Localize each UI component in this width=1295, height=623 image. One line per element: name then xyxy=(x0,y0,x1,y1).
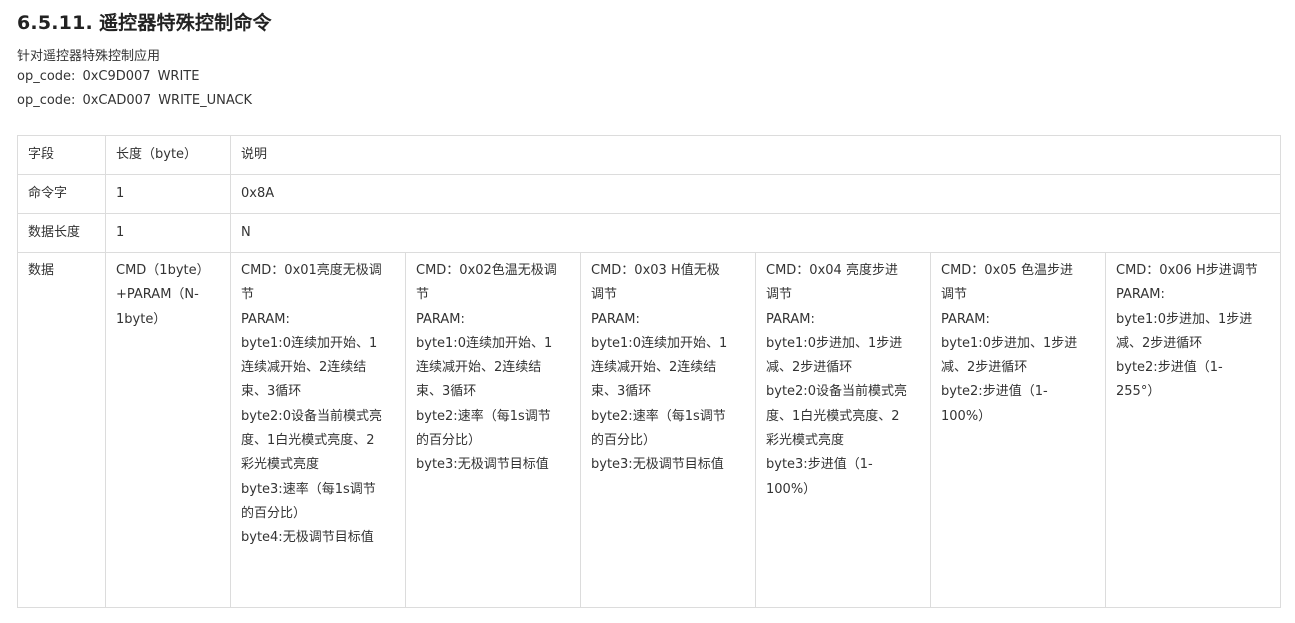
cell-line: byte4:无极调节目标值 xyxy=(241,530,374,546)
cell-line: 的百分比） xyxy=(591,433,657,449)
cell-line: +PARAM（N- xyxy=(116,287,199,303)
opcode-label: op_code: xyxy=(17,69,76,84)
cell-line: CMD：0x03 H值无极 xyxy=(591,263,720,278)
cell-line: 的百分比） xyxy=(416,433,482,449)
section-title: 遥控器特殊控制命令 xyxy=(98,12,272,34)
cell-line: PARAM: xyxy=(1116,287,1165,303)
table-row: 命令字 1 0x8A xyxy=(17,174,1282,214)
cell-line: 减、2步进循环 xyxy=(1116,335,1203,351)
cmd-cell-0x01: CMD：0x01亮度无极调节 PARAM: byte1:0连续加开始、1 连续减开始、… xyxy=(230,252,406,608)
cell-line: CMD（1byte） xyxy=(116,263,210,278)
cell-line: PARAM: xyxy=(241,311,290,327)
cmd-cell-0x06: CMD：0x06 H步进调节 PARAM: byte1:0步进加、1步进 减、2步进循… xyxy=(1104,252,1282,608)
cell-line: 度、1白光模式亮度、2 xyxy=(766,408,900,424)
cell-line: 连续减开始、2连续结 xyxy=(416,360,542,376)
cell-line: byte1:0连续加开始、1 xyxy=(416,335,553,351)
cell-field: 数据 xyxy=(17,252,106,608)
cell-field: 命令字 xyxy=(17,174,106,214)
cell-line: 连续减开始、2连续结 xyxy=(241,360,367,376)
cell-description: N xyxy=(229,213,1282,253)
cell-line: 的百分比） xyxy=(241,505,307,521)
cell-line: 连续减开始、2连续结 xyxy=(591,360,717,376)
cell-line: 度、1白光模式亮度、2 xyxy=(241,433,375,449)
cell-line: byte3:步进值（1- xyxy=(766,457,873,473)
cell-line: PARAM: xyxy=(416,311,465,327)
cell-line: byte2:步进值（1- xyxy=(1116,360,1223,376)
section-number: 6.5.11. xyxy=(17,12,93,34)
cmd-cell-0x02: CMD：0x02色温无极调节 PARAM: byte1:0连续加开始、1 连续减开始、… xyxy=(405,252,581,608)
cell-line: byte1:0步进加、1步进 xyxy=(1116,311,1253,327)
table-row-data: 数据 CMD（1byte） +PARAM（N- 1byte） CMD：0x01亮度无… xyxy=(17,252,1282,608)
cell-line: 调节 xyxy=(591,287,618,303)
cell-line: PARAM: xyxy=(941,311,990,327)
cell-line: CMD：0x05 色温步进 xyxy=(941,263,1073,278)
cell-line: 100%） xyxy=(766,481,817,497)
opcode-name: WRITE xyxy=(157,69,200,84)
cell-line: PARAM: xyxy=(591,311,640,327)
cell-line: byte2:步进值（1- xyxy=(941,384,1048,400)
cell-line: CMD：0x01亮度无极调 xyxy=(241,263,382,278)
cell-length: 1 xyxy=(105,174,231,214)
cell-line: 彩光模式亮度 xyxy=(241,457,320,473)
cell-length: CMD（1byte） +PARAM（N- 1byte） xyxy=(105,252,231,608)
command-spec-table: 字段 长度（byte） 说明 命令字 1 0x8A 数据长度 1 N 数据 CM… xyxy=(17,135,1282,608)
cell-line: byte2:0设备当前模式亮 xyxy=(241,408,382,424)
header-length: 长度（byte） xyxy=(105,135,231,175)
cell-length: 1 xyxy=(105,213,231,253)
opcode-line: op_code: 0xCAD007 WRITE_UNACK xyxy=(17,93,259,108)
table-header-row: 字段 长度（byte） 说明 xyxy=(17,135,1282,175)
header-field: 字段 xyxy=(17,135,106,175)
cell-line: byte3:无极调节目标值 xyxy=(416,457,549,473)
cmd-lines: CMD：0x03 H值无极 调节 PARAM: byte1:0连续加开始、1 连续减开始… xyxy=(591,259,745,478)
opcode-label: op_code: xyxy=(17,93,76,108)
cell-line: byte1:0连续加开始、1 xyxy=(241,335,378,351)
cell-line: CMD：0x02色温无极调 xyxy=(416,263,557,278)
table-row: 数据长度 1 N xyxy=(17,213,1282,253)
cmd-cell-0x03: CMD：0x03 H值无极 调节 PARAM: byte1:0连续加开始、1 连续减开始… xyxy=(580,252,756,608)
cmd-lines: CMD：0x06 H步进调节 PARAM: byte1:0步进加、1步进 减、2步进循… xyxy=(1116,259,1270,405)
cmd-lines: CMD：0x01亮度无极调节 PARAM: byte1:0连续加开始、1 连续减开始、… xyxy=(241,259,395,551)
cell-line: 255°） xyxy=(1116,384,1161,400)
cell-line: 1byte） xyxy=(116,311,167,327)
opcode-line: op_code: 0xC9D007 WRITE xyxy=(17,69,206,84)
cell-description: 0x8A xyxy=(229,174,1282,214)
cell-line: byte2:速率（每1s调节 xyxy=(591,408,726,424)
cell-line: CMD：0x06 H步进调节 xyxy=(1116,263,1258,278)
cmd-cell-0x04: CMD：0x04 亮度步进 调节 PARAM: byte1:0步进加、1步进 减、2步进… xyxy=(755,252,931,608)
cell-line: byte1:0连续加开始、1 xyxy=(591,335,728,351)
section-description: 针对遥控器特殊控制应用 xyxy=(17,49,161,64)
cmd-lines: CMD：0x05 色温步进 调节 PARAM: byte1:0步进加、1步进 减、2步进… xyxy=(941,259,1095,429)
opcode-value: 0xC9D007 xyxy=(82,69,151,84)
cmd-lines: CMD：0x04 亮度步进 调节 PARAM: byte1:0步进加、1步进 减、2步进… xyxy=(766,259,920,502)
cell-line: 调节 xyxy=(941,287,968,303)
cell-line: 束、3循环 xyxy=(591,384,652,400)
opcode-name: WRITE_UNACK xyxy=(158,93,253,108)
cell-line: byte1:0步进加、1步进 xyxy=(941,335,1078,351)
cell-line: byte2:速率（每1s调节 xyxy=(416,408,551,424)
cell-line: 减、2步进循环 xyxy=(941,360,1028,376)
opcode-value: 0xCAD007 xyxy=(82,93,152,108)
cell-line: 节 xyxy=(416,287,430,303)
cell-line: PARAM: xyxy=(766,311,815,327)
cell-line: CMD：0x04 亮度步进 xyxy=(766,263,898,278)
cell-line: byte2:0设备当前模式亮 xyxy=(766,384,907,400)
cell-line: byte3:速率（每1s调节 xyxy=(241,481,376,497)
cell-line: 100%） xyxy=(941,408,992,424)
cell-line: 调节 xyxy=(766,287,793,303)
cell-line: 束、3循环 xyxy=(241,384,302,400)
cell-line: 节 xyxy=(241,287,255,303)
length-lines: CMD（1byte） +PARAM（N- 1byte） xyxy=(116,259,220,332)
cell-line: byte1:0步进加、1步进 xyxy=(766,335,903,351)
cmd-lines: CMD：0x02色温无极调节 PARAM: byte1:0连续加开始、1 连续减开始、… xyxy=(416,259,570,478)
cell-field: 数据长度 xyxy=(17,213,106,253)
cmd-cell-0x05: CMD：0x05 色温步进 调节 PARAM: byte1:0步进加、1步进 减、2步进… xyxy=(930,252,1106,608)
cell-line: 彩光模式亮度 xyxy=(766,433,845,449)
cell-line: byte3:无极调节目标值 xyxy=(591,457,724,473)
cell-line: 束、3循环 xyxy=(416,384,477,400)
cell-line: 减、2步进循环 xyxy=(766,360,853,376)
section-heading: 6.5.11. 遥控器特殊控制命令 xyxy=(17,8,272,35)
header-description: 说明 xyxy=(229,135,1282,175)
